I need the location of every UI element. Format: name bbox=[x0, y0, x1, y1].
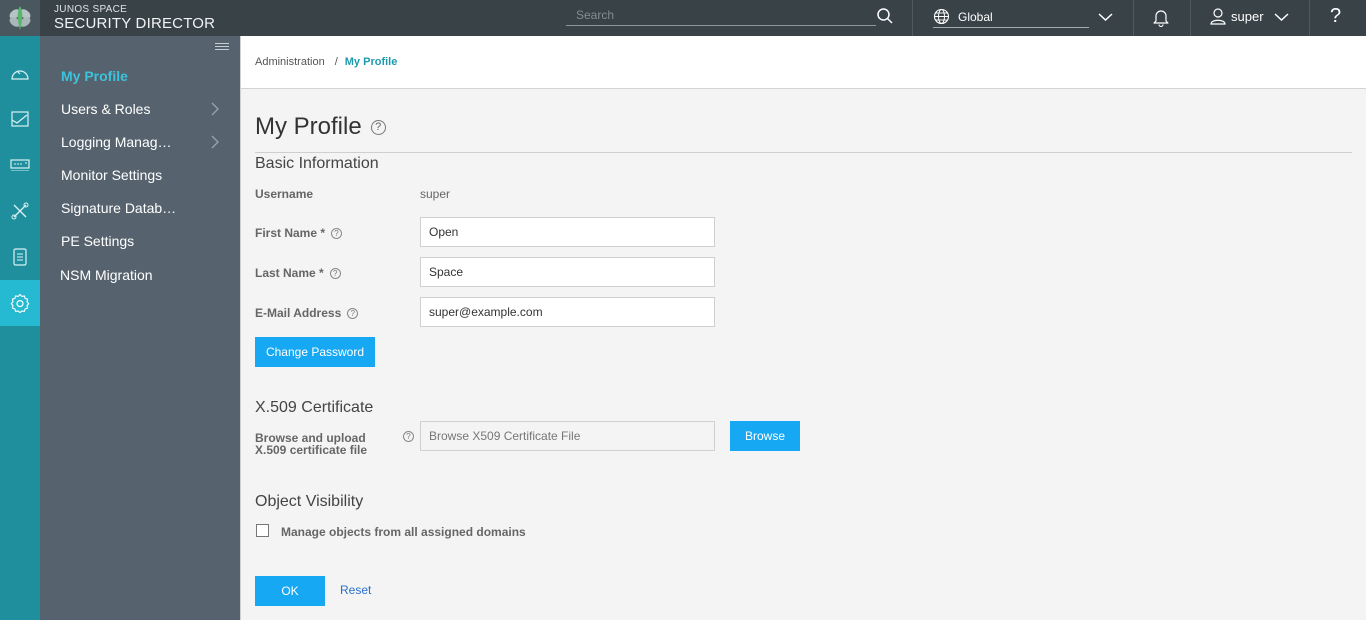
sidebar-item-logging-management[interactable]: Logging Manag… bbox=[40, 127, 240, 157]
last-name-help-icon[interactable]: ? bbox=[329, 267, 341, 279]
devices-icon bbox=[10, 159, 30, 171]
sidebar-item-label: Signature Datab… bbox=[61, 200, 177, 216]
monitor-icon bbox=[11, 111, 29, 127]
sidebar-item-label: PE Settings bbox=[61, 233, 135, 249]
rail-item-monitor[interactable] bbox=[0, 96, 40, 142]
certificate-heading: X.509 Certificate bbox=[255, 399, 374, 416]
last-name-field bbox=[420, 257, 715, 287]
configure-tools-icon bbox=[11, 202, 29, 220]
last-name-label: Last Name * ? bbox=[255, 266, 341, 280]
globe-icon bbox=[933, 8, 950, 25]
reports-icon bbox=[13, 248, 27, 266]
sidebar-item-monitor-settings[interactable]: Monitor Settings bbox=[40, 160, 240, 190]
breadcrumb-separator: / bbox=[334, 56, 338, 68]
domain-label: Global bbox=[958, 9, 993, 24]
domain-chevron-down-icon[interactable] bbox=[1098, 12, 1113, 22]
last-name-label-text: Last Name * bbox=[255, 266, 324, 280]
domain-selector[interactable]: Global bbox=[933, 6, 1089, 28]
basic-info-heading: Basic Information bbox=[255, 155, 379, 172]
breadcrumb-administration[interactable]: Administration bbox=[255, 56, 325, 68]
page-title-text: My Profile bbox=[255, 113, 362, 140]
certificate-help-icon[interactable]: ? bbox=[403, 431, 414, 442]
search-input[interactable] bbox=[566, 4, 876, 25]
first-name-field bbox=[420, 217, 715, 247]
chevron-right-icon bbox=[211, 135, 219, 149]
rail-item-dashboard[interactable] bbox=[0, 51, 40, 97]
rail-item-administration[interactable] bbox=[0, 280, 40, 326]
certificate-label-line2: X.509 certificate file bbox=[255, 443, 368, 457]
sidebar-item-label: My Profile bbox=[61, 68, 128, 84]
topbar-divider bbox=[912, 0, 913, 36]
manage-all-domains-label[interactable]: Manage objects from all assigned domains bbox=[281, 525, 526, 539]
brand-title: SECURITY DIRECTOR bbox=[54, 15, 216, 32]
ok-button[interactable]: OK bbox=[255, 576, 325, 606]
brand-subtitle: JUNOS SPACE bbox=[54, 4, 128, 15]
first-name-label: First Name * ? bbox=[255, 226, 343, 240]
email-input[interactable] bbox=[421, 298, 714, 326]
last-name-input[interactable] bbox=[421, 258, 714, 286]
breadcrumb: Administration / My Profile bbox=[241, 36, 1366, 89]
sidebar-item-label: Logging Manag… bbox=[61, 134, 172, 150]
global-search bbox=[566, 4, 876, 26]
sidebar-item-my-profile[interactable]: My Profile bbox=[40, 61, 240, 91]
rail-item-devices[interactable] bbox=[0, 142, 40, 188]
page-help-icon[interactable]: ? bbox=[370, 119, 386, 135]
certificate-file-input[interactable] bbox=[421, 422, 714, 450]
sidebar-item-pe-settings[interactable]: PE Settings bbox=[40, 226, 240, 256]
sidebar-item-label: Monitor Settings bbox=[61, 167, 163, 183]
sidebar-item-nsm-migration[interactable]: NSM Migration bbox=[40, 260, 240, 290]
email-field bbox=[420, 297, 715, 327]
title-divider bbox=[255, 152, 1352, 153]
first-name-help-icon[interactable]: ? bbox=[331, 227, 343, 239]
dashboard-icon bbox=[11, 70, 29, 80]
juniper-logo-icon bbox=[9, 6, 31, 30]
email-label: E-Mail Address ? bbox=[255, 306, 359, 320]
breadcrumb-current: My Profile bbox=[344, 56, 398, 68]
app-logo[interactable] bbox=[0, 0, 40, 36]
user-icon bbox=[1210, 8, 1226, 25]
help-icon[interactable]: ? bbox=[1330, 5, 1341, 28]
topbar-divider bbox=[1309, 0, 1310, 36]
administration-gear-icon bbox=[10, 293, 30, 313]
sidebar-item-signature-database[interactable]: Signature Datab… bbox=[40, 193, 240, 223]
top-bar: JUNOS SPACE SECURITY DIRECTOR Global sup… bbox=[0, 0, 1366, 36]
collapse-menu-icon[interactable] bbox=[215, 43, 229, 52]
certificate-label: Browse and upload X.509 certificate file bbox=[255, 432, 367, 456]
certificate-file-field bbox=[420, 421, 715, 451]
manage-all-domains-checkbox[interactable] bbox=[256, 524, 269, 537]
rail-item-reports[interactable] bbox=[0, 234, 40, 280]
sidebar-item-users-roles[interactable]: Users & Roles bbox=[40, 94, 240, 124]
email-help-icon[interactable]: ? bbox=[347, 307, 359, 319]
first-name-input[interactable] bbox=[421, 218, 714, 246]
email-label-text: E-Mail Address bbox=[255, 306, 342, 320]
search-icon[interactable] bbox=[876, 7, 894, 25]
username-value: super bbox=[420, 187, 451, 201]
visibility-heading: Object Visibility bbox=[255, 493, 364, 510]
browse-button[interactable]: Browse bbox=[730, 421, 800, 451]
main-content: Administration / My Profile My Profile ?… bbox=[240, 36, 1366, 620]
sidebar: My Profile Users & Roles Logging Manag… … bbox=[40, 36, 240, 620]
icon-rail bbox=[0, 36, 40, 620]
page-title: My Profile ? bbox=[255, 113, 386, 141]
reset-link[interactable]: Reset bbox=[340, 583, 371, 597]
user-chevron-down-icon[interactable] bbox=[1274, 12, 1289, 22]
chevron-right-icon bbox=[211, 102, 219, 116]
topbar-divider bbox=[1133, 0, 1134, 36]
app-brand: JUNOS SPACE SECURITY DIRECTOR bbox=[40, 0, 215, 36]
first-name-label-text: First Name * bbox=[255, 226, 326, 240]
username-label-text: Username bbox=[255, 187, 314, 201]
rail-item-configure[interactable] bbox=[0, 188, 40, 234]
topbar-divider bbox=[1190, 0, 1191, 36]
change-password-button[interactable]: Change Password bbox=[255, 337, 375, 367]
username-label: Username bbox=[255, 187, 313, 201]
user-menu[interactable]: super bbox=[1210, 8, 1264, 25]
notifications-bell-icon[interactable] bbox=[1152, 8, 1170, 27]
sidebar-item-label: Users & Roles bbox=[61, 101, 151, 117]
user-name: super bbox=[1231, 9, 1264, 24]
sidebar-item-label: NSM Migration bbox=[60, 267, 153, 283]
